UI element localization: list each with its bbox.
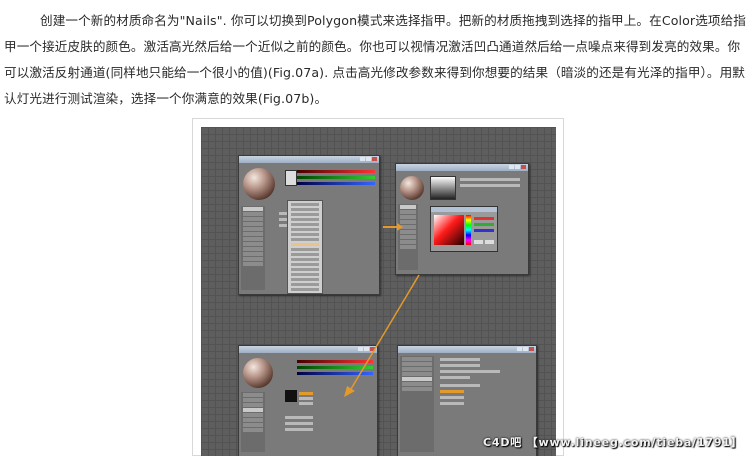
arrow-diagonal xyxy=(350,274,420,390)
arrow-right-head xyxy=(397,223,403,231)
watermark: C4D吧 【www.lineeg.com/tieba/1791】 xyxy=(483,436,743,449)
article-paragraph: 创建一个新的材质命名为"Nails". 你可以切换到Polygon模式来选择指甲… xyxy=(4,13,746,106)
arrows-overlay xyxy=(344,223,420,397)
arrow-diagonal-head xyxy=(344,386,355,397)
screenshot-figure xyxy=(201,127,556,456)
